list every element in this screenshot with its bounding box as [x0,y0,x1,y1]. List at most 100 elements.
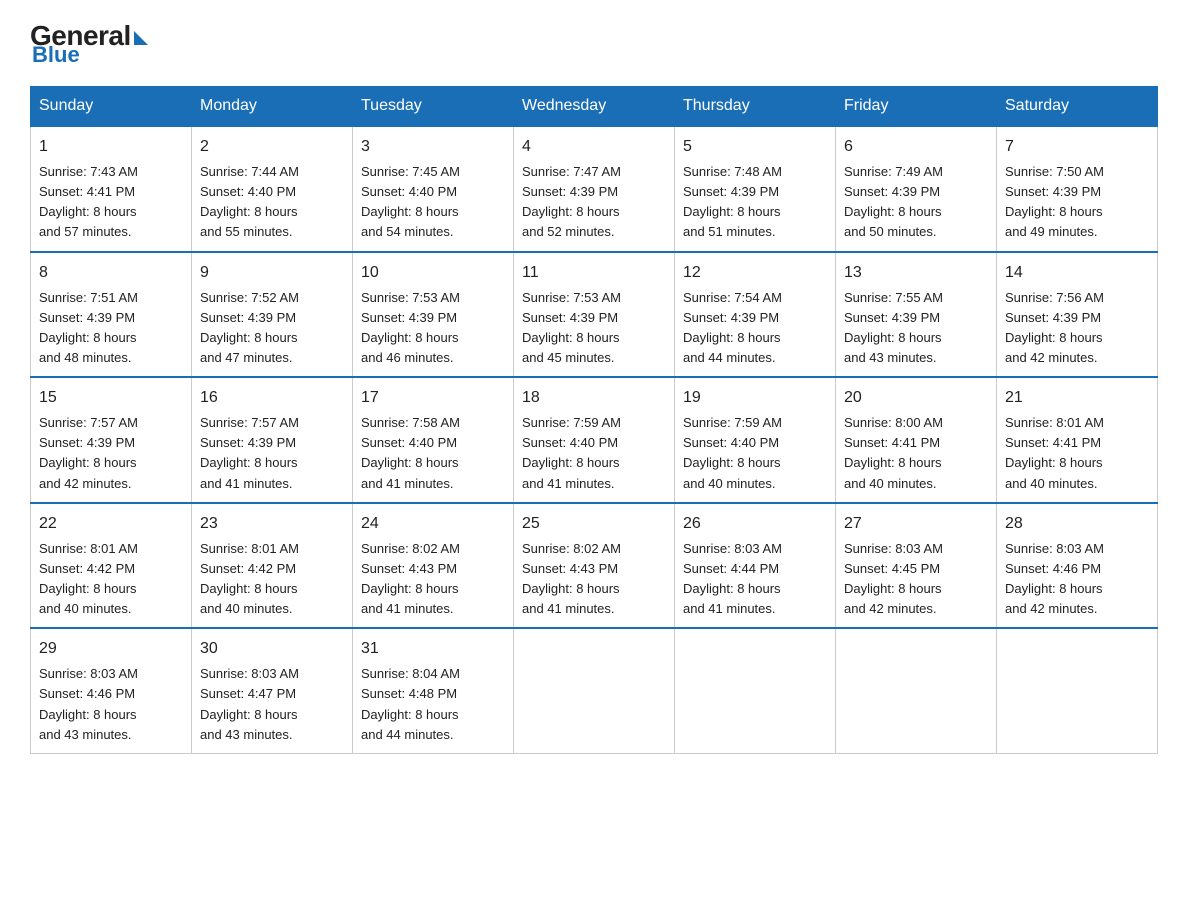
day-detail: Sunrise: 7:43 AMSunset: 4:41 PMDaylight:… [39,162,183,243]
calendar-cell: 14 Sunrise: 7:56 AMSunset: 4:39 PMDayligh… [997,252,1158,378]
day-number: 1 [39,135,183,159]
calendar-week-4: 22 Sunrise: 8:01 AMSunset: 4:42 PMDayligh… [31,503,1158,629]
day-detail: Sunrise: 8:01 AMSunset: 4:41 PMDaylight:… [1005,413,1149,494]
calendar-cell [514,628,675,753]
day-detail: Sunrise: 7:49 AMSunset: 4:39 PMDaylight:… [844,162,988,243]
day-detail: Sunrise: 7:55 AMSunset: 4:39 PMDaylight:… [844,288,988,369]
calendar-cell: 19 Sunrise: 7:59 AMSunset: 4:40 PMDayligh… [675,377,836,503]
day-number: 10 [361,261,505,285]
calendar-cell: 25 Sunrise: 8:02 AMSunset: 4:43 PMDayligh… [514,503,675,629]
calendar-table: SundayMondayTuesdayWednesdayThursdayFrid… [30,86,1158,754]
day-detail: Sunrise: 7:47 AMSunset: 4:39 PMDaylight:… [522,162,666,243]
calendar-cell: 11Sunrise: 7:53 AMSunset: 4:39 PMDayligh… [514,252,675,378]
day-number: 22 [39,512,183,536]
page-header: General General Blue [30,20,1158,68]
day-number: 8 [39,261,183,285]
day-number: 24 [361,512,505,536]
calendar-cell: 27 Sunrise: 8:03 AMSunset: 4:45 PMDayligh… [836,503,997,629]
day-detail: Sunrise: 8:02 AMSunset: 4:43 PMDaylight:… [522,539,666,620]
day-detail: Sunrise: 7:59 AMSunset: 4:40 PMDaylight:… [522,413,666,494]
day-number: 29 [39,637,183,661]
day-detail: Sunrise: 8:03 AMSunset: 4:44 PMDaylight:… [683,539,827,620]
calendar-cell [997,628,1158,753]
day-detail: Sunrise: 7:53 AMSunset: 4:39 PMDaylight:… [522,288,666,369]
calendar-cell: 24Sunrise: 8:02 AMSunset: 4:43 PMDayligh… [353,503,514,629]
day-detail: Sunrise: 7:58 AMSunset: 4:40 PMDaylight:… [361,413,505,494]
day-detail: Sunrise: 7:44 AMSunset: 4:40 PMDaylight:… [200,162,344,243]
calendar-cell: 6 Sunrise: 7:49 AMSunset: 4:39 PMDaylight… [836,126,997,252]
day-detail: Sunrise: 7:59 AMSunset: 4:40 PMDaylight:… [683,413,827,494]
calendar-week-1: 1 Sunrise: 7:43 AMSunset: 4:41 PMDaylight… [31,126,1158,252]
calendar-cell: 21 Sunrise: 8:01 AMSunset: 4:41 PMDayligh… [997,377,1158,503]
calendar-cell: 31 Sunrise: 8:04 AMSunset: 4:48 PMDayligh… [353,628,514,753]
day-number: 16 [200,386,344,410]
calendar-cell: 8 Sunrise: 7:51 AMSunset: 4:39 PMDaylight… [31,252,192,378]
weekday-header-wednesday: Wednesday [514,87,675,127]
day-number: 5 [683,135,827,159]
calendar-cell: 9Sunrise: 7:52 AMSunset: 4:39 PMDaylight… [192,252,353,378]
day-number: 12 [683,261,827,285]
calendar-cell: 29 Sunrise: 8:03 AMSunset: 4:46 PMDayligh… [31,628,192,753]
day-number: 15 [39,386,183,410]
day-number: 26 [683,512,827,536]
day-number: 9 [200,261,344,285]
day-detail: Sunrise: 7:50 AMSunset: 4:39 PMDaylight:… [1005,162,1149,243]
day-number: 17 [361,386,505,410]
day-number: 2 [200,135,344,159]
weekday-header-sunday: Sunday [31,87,192,127]
day-detail: Sunrise: 7:57 AMSunset: 4:39 PMDaylight:… [200,413,344,494]
day-number: 6 [844,135,988,159]
day-number: 23 [200,512,344,536]
calendar-cell: 3Sunrise: 7:45 AMSunset: 4:40 PMDaylight… [353,126,514,252]
day-detail: Sunrise: 8:03 AMSunset: 4:46 PMDaylight:… [39,664,183,745]
weekday-header-friday: Friday [836,87,997,127]
day-detail: Sunrise: 7:48 AMSunset: 4:39 PMDaylight:… [683,162,827,243]
day-number: 13 [844,261,988,285]
calendar-cell: 26 Sunrise: 8:03 AMSunset: 4:44 PMDayligh… [675,503,836,629]
calendar-cell: 23 Sunrise: 8:01 AMSunset: 4:42 PMDayligh… [192,503,353,629]
day-detail: Sunrise: 8:04 AMSunset: 4:48 PMDaylight:… [361,664,505,745]
logo: General General Blue [30,20,148,68]
day-number: 27 [844,512,988,536]
calendar-cell: 30Sunrise: 8:03 AMSunset: 4:47 PMDayligh… [192,628,353,753]
calendar-cell [675,628,836,753]
day-number: 25 [522,512,666,536]
day-number: 19 [683,386,827,410]
calendar-cell [836,628,997,753]
weekday-header-tuesday: Tuesday [353,87,514,127]
day-number: 18 [522,386,666,410]
day-detail: Sunrise: 7:51 AMSunset: 4:39 PMDaylight:… [39,288,183,369]
calendar-cell: 12 Sunrise: 7:54 AMSunset: 4:39 PMDayligh… [675,252,836,378]
day-detail: Sunrise: 7:53 AMSunset: 4:39 PMDaylight:… [361,288,505,369]
day-detail: Sunrise: 8:01 AMSunset: 4:42 PMDaylight:… [200,539,344,620]
calendar-cell: 13 Sunrise: 7:55 AMSunset: 4:39 PMDayligh… [836,252,997,378]
logo-triangle-icon [134,31,148,45]
calendar-cell: 1 Sunrise: 7:43 AMSunset: 4:41 PMDaylight… [31,126,192,252]
calendar-cell: 18 Sunrise: 7:59 AMSunset: 4:40 PMDayligh… [514,377,675,503]
day-number: 4 [522,135,666,159]
day-number: 21 [1005,386,1149,410]
day-number: 14 [1005,261,1149,285]
calendar-cell: 22Sunrise: 8:01 AMSunset: 4:42 PMDayligh… [31,503,192,629]
day-detail: Sunrise: 8:03 AMSunset: 4:45 PMDaylight:… [844,539,988,620]
day-detail: Sunrise: 8:03 AMSunset: 4:46 PMDaylight:… [1005,539,1149,620]
day-detail: Sunrise: 7:57 AMSunset: 4:39 PMDaylight:… [39,413,183,494]
calendar-cell: 2 Sunrise: 7:44 AMSunset: 4:40 PMDaylight… [192,126,353,252]
weekday-header-saturday: Saturday [997,87,1158,127]
calendar-cell: 28 Sunrise: 8:03 AMSunset: 4:46 PMDayligh… [997,503,1158,629]
day-number: 28 [1005,512,1149,536]
weekday-header-monday: Monday [192,87,353,127]
day-detail: Sunrise: 8:00 AMSunset: 4:41 PMDaylight:… [844,413,988,494]
calendar-cell: 17 Sunrise: 7:58 AMSunset: 4:40 PMDayligh… [353,377,514,503]
logo-blue-text: Blue [32,42,80,68]
day-detail: Sunrise: 7:54 AMSunset: 4:39 PMDaylight:… [683,288,827,369]
calendar-cell: 7Sunrise: 7:50 AMSunset: 4:39 PMDaylight… [997,126,1158,252]
day-number: 30 [200,637,344,661]
calendar-week-3: 15 Sunrise: 7:57 AMSunset: 4:39 PMDayligh… [31,377,1158,503]
calendar-cell: 15 Sunrise: 7:57 AMSunset: 4:39 PMDayligh… [31,377,192,503]
day-detail: Sunrise: 7:56 AMSunset: 4:39 PMDaylight:… [1005,288,1149,369]
calendar-cell: 20Sunrise: 8:00 AMSunset: 4:41 PMDayligh… [836,377,997,503]
calendar-week-5: 29 Sunrise: 8:03 AMSunset: 4:46 PMDayligh… [31,628,1158,753]
day-number: 3 [361,135,505,159]
day-number: 31 [361,637,505,661]
